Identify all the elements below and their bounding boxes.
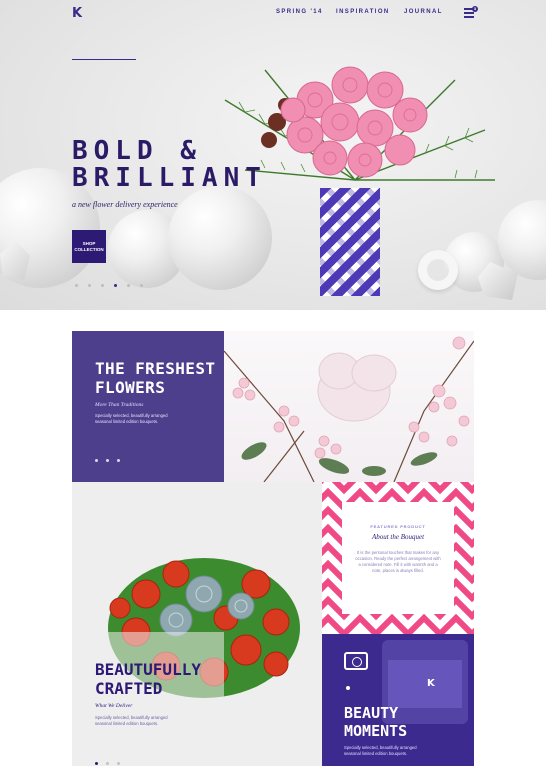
moments-title-line1: BEAUTY bbox=[344, 704, 399, 722]
hero-title: BOLD & BRILLIANT bbox=[72, 138, 267, 192]
moments-title: BEAUTY MOMENTS bbox=[344, 704, 407, 740]
moments-body: Specially selected, beautifully arranged… bbox=[344, 745, 417, 756]
slider-dot[interactable] bbox=[101, 284, 104, 287]
hero-subtitle: a new flower delivery experience bbox=[72, 200, 178, 209]
shop-collection-button[interactable]: SHOP COLLECTION bbox=[72, 230, 106, 263]
bouquet-body: It is the personal touches that makes fo… bbox=[355, 550, 441, 573]
crafted-title: BEAUTUFULLY CRAFTED bbox=[95, 660, 201, 698]
slider-dot[interactable] bbox=[117, 459, 120, 462]
hero-title-line2: BRILLIANT bbox=[72, 163, 267, 193]
pale-flower bbox=[317, 352, 397, 422]
slider-dot[interactable] bbox=[106, 459, 109, 462]
hero-section: K SPRING '14 INSPIRATION JOURNAL 3 BOLD … bbox=[0, 0, 546, 310]
camera-icon bbox=[344, 652, 368, 670]
beautifully-crafted-panel: BEAUTUFULLY CRAFTED What We Deliver Spec… bbox=[72, 482, 322, 766]
freshest-title-line1: THE FRESHEST bbox=[95, 359, 216, 378]
decor-ring bbox=[418, 250, 458, 290]
pink-roses bbox=[280, 66, 428, 178]
bouquet-title: About the Bouquet bbox=[371, 533, 425, 541]
hero-divider bbox=[72, 59, 136, 60]
beauty-moments-panel: K BEAUTY MOMENTS Specially selected, bea… bbox=[322, 634, 474, 766]
bullet-dot bbox=[346, 686, 350, 690]
nav-spring[interactable]: SPRING '14 bbox=[276, 9, 323, 15]
bouquet-label: FEATURED PRODUCT bbox=[370, 524, 426, 529]
crafted-subtitle: What We Deliver bbox=[95, 703, 133, 709]
hero-slider-dots bbox=[75, 284, 143, 287]
crafted-body: Specially selected, beautifully arranged… bbox=[95, 715, 168, 726]
brand-logo[interactable]: K bbox=[72, 6, 82, 21]
chevron-vase bbox=[320, 188, 380, 296]
slider-dot-active[interactable] bbox=[95, 762, 98, 765]
snowberry-flowers-photo bbox=[224, 331, 474, 482]
menu-badge: 3 bbox=[472, 6, 478, 12]
crafted-slider-dots bbox=[95, 762, 120, 765]
moments-title-line2: MOMENTS bbox=[344, 722, 408, 740]
slider-dot[interactable] bbox=[140, 284, 143, 287]
nav-inspiration[interactable]: INSPIRATION bbox=[336, 9, 390, 15]
freshest-title: THE FRESHEST FLOWERS bbox=[95, 359, 215, 397]
tablet-screen bbox=[388, 660, 462, 708]
freshest-body: Specially selected, beautifully arranged… bbox=[95, 413, 168, 424]
tablet-brand-logo: K bbox=[427, 678, 435, 689]
freshest-subtitle: More Than Traditions bbox=[95, 402, 144, 408]
freshest-title-line2: FLOWERS bbox=[95, 378, 166, 397]
decor-sphere bbox=[498, 200, 546, 280]
bouquet-info-card: FEATURED PRODUCT About the Bouquet It is… bbox=[342, 502, 454, 614]
slider-dot[interactable] bbox=[117, 762, 120, 765]
slider-dot-active[interactable] bbox=[114, 284, 117, 287]
slider-dot[interactable] bbox=[88, 284, 91, 287]
slider-dot[interactable] bbox=[75, 284, 78, 287]
slider-dot[interactable] bbox=[95, 459, 98, 462]
hamburger-menu-icon[interactable]: 3 bbox=[464, 6, 478, 18]
crafted-title-line2: CRAFTED bbox=[95, 679, 163, 698]
crafted-overlay bbox=[72, 632, 224, 766]
bouquet-chevron-panel: FEATURED PRODUCT About the Bouquet It is… bbox=[322, 482, 474, 634]
hero-title-line1: BOLD & bbox=[72, 136, 202, 166]
crafted-title-line1: BEAUTUFULLY bbox=[95, 660, 201, 679]
freshest-slider-dots bbox=[95, 459, 120, 462]
slider-dot[interactable] bbox=[127, 284, 130, 287]
freshest-flowers-panel: THE FRESHEST FLOWERS More Than Tradition… bbox=[72, 331, 224, 482]
snowberry-illustration bbox=[224, 336, 474, 482]
slider-dot[interactable] bbox=[106, 762, 109, 765]
nav-journal[interactable]: JOURNAL bbox=[404, 9, 443, 15]
